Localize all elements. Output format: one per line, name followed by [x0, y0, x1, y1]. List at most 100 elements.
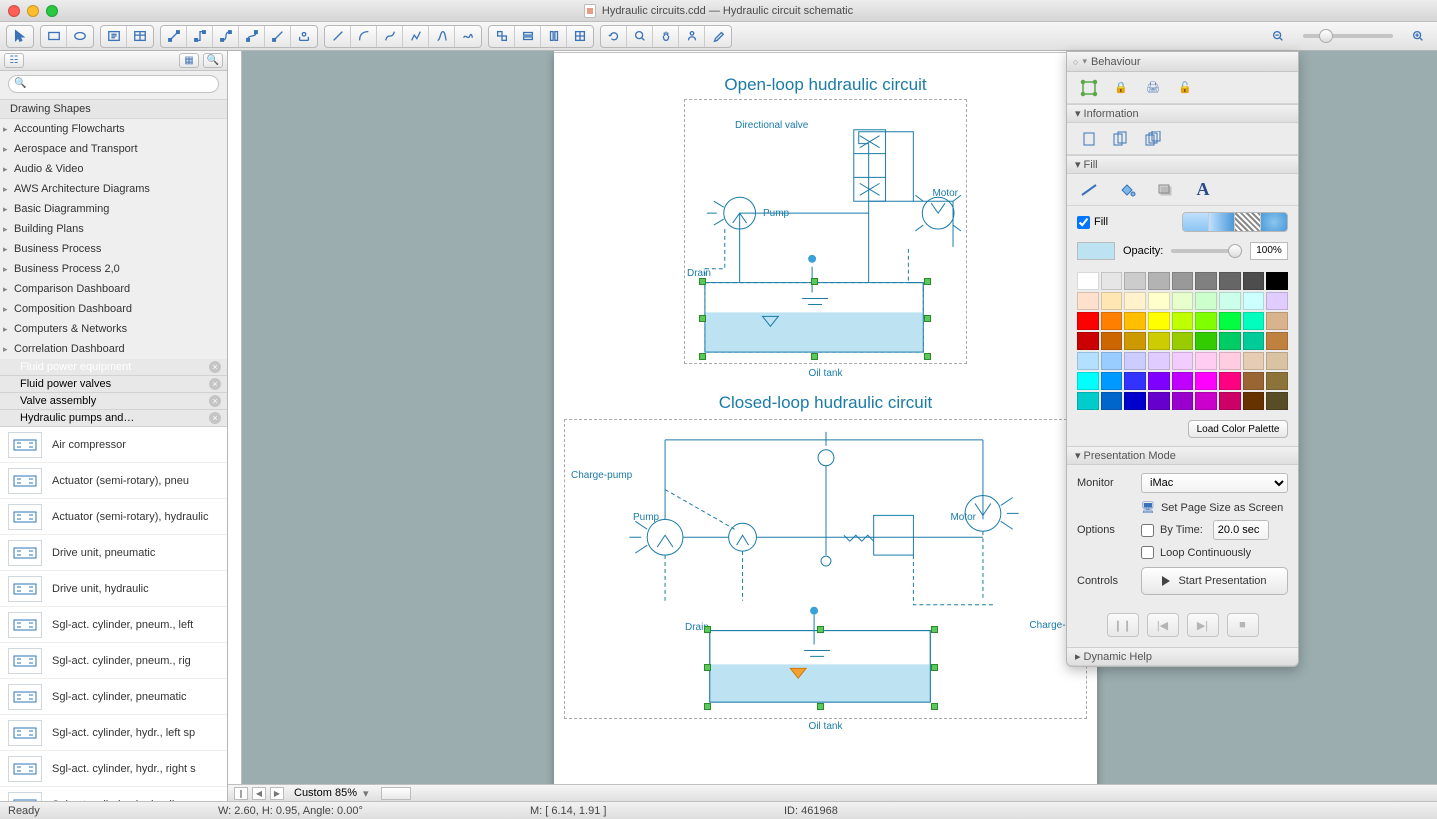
- shape-item[interactable]: Sgl-act. cylinder, pneum., rig: [0, 643, 227, 679]
- shape-item[interactable]: Actuator (semi-rotary), hydraulic: [0, 499, 227, 535]
- color-swatch[interactable]: [1219, 272, 1241, 290]
- fill-checkbox[interactable]: Fill: [1077, 216, 1108, 229]
- color-swatch[interactable]: [1219, 372, 1241, 390]
- polyline-tool[interactable]: [403, 26, 429, 47]
- start-presentation-button[interactable]: Start Presentation: [1141, 567, 1288, 595]
- shape-item[interactable]: Drive unit, pneumatic: [0, 535, 227, 571]
- color-swatch[interactable]: [1243, 352, 1265, 370]
- ellipse-tool[interactable]: [67, 26, 93, 47]
- color-swatch[interactable]: [1266, 392, 1288, 410]
- next-button[interactable]: ▶|: [1187, 613, 1219, 637]
- color-swatch[interactable]: [1077, 312, 1099, 330]
- color-swatch[interactable]: [1101, 372, 1123, 390]
- shadow-icon[interactable]: [1153, 179, 1177, 201]
- color-swatch[interactable]: [1124, 312, 1146, 330]
- color-swatch[interactable]: [1172, 272, 1194, 290]
- color-swatch[interactable]: [1243, 292, 1265, 310]
- color-swatch[interactable]: [1172, 372, 1194, 390]
- text-style-icon[interactable]: A: [1191, 179, 1215, 201]
- arc-tool[interactable]: [351, 26, 377, 47]
- fill-pattern[interactable]: [1235, 213, 1261, 231]
- time-input[interactable]: [1213, 520, 1269, 540]
- category-item[interactable]: Business Process 2,0: [0, 259, 227, 279]
- category-item[interactable]: Accounting Flowcharts: [0, 119, 227, 139]
- align-tool-2[interactable]: [515, 26, 541, 47]
- category-item[interactable]: Computers & Networks: [0, 319, 227, 339]
- color-swatch[interactable]: [1124, 352, 1146, 370]
- color-swatch[interactable]: [1266, 312, 1288, 330]
- pause-button[interactable]: ❙❙: [1107, 613, 1139, 637]
- color-swatch[interactable]: [1195, 392, 1217, 410]
- color-swatch[interactable]: [1219, 352, 1241, 370]
- category-item[interactable]: AWS Architecture Diagrams: [0, 179, 227, 199]
- stop-button[interactable]: ■: [1227, 613, 1259, 637]
- color-swatch[interactable]: [1243, 312, 1265, 330]
- color-swatch[interactable]: [1219, 392, 1241, 410]
- open-library-item[interactable]: Valve assembly×: [0, 393, 227, 410]
- color-swatch[interactable]: [1195, 352, 1217, 370]
- information-header[interactable]: Information: [1084, 108, 1139, 120]
- color-swatch[interactable]: [1266, 352, 1288, 370]
- opt-loop[interactable]: Loop Continuously: [1141, 546, 1288, 559]
- close-library-icon[interactable]: ×: [209, 378, 221, 390]
- shape-item[interactable]: Sgl-act. cylinder, hydraulic: [0, 787, 227, 801]
- color-swatch[interactable]: [1077, 372, 1099, 390]
- color-swatch[interactable]: [1172, 352, 1194, 370]
- open-loop-diagram[interactable]: Directional valve Motor Pump Drain: [684, 99, 967, 364]
- info-page-icon[interactable]: [1077, 128, 1101, 150]
- zoom-readout[interactable]: Custom 85%: [294, 787, 357, 799]
- closed-loop-diagram[interactable]: Charge-pump Pump Motor Drain Charge-pre: [564, 419, 1087, 719]
- color-swatch[interactable]: [1101, 292, 1123, 310]
- dynamic-help-header[interactable]: Dynamic Help: [1084, 651, 1152, 663]
- color-swatch[interactable]: [1077, 352, 1099, 370]
- zoom-tool[interactable]: [627, 26, 653, 47]
- color-swatch[interactable]: [1195, 292, 1217, 310]
- shape-item[interactable]: Air compressor: [0, 427, 227, 463]
- color-swatch[interactable]: [1195, 332, 1217, 350]
- category-item[interactable]: Composition Dashboard: [0, 299, 227, 319]
- color-swatch[interactable]: [1148, 392, 1170, 410]
- monitor-select[interactable]: iMac: [1141, 473, 1288, 493]
- page-nav-prev[interactable]: ◀: [252, 787, 266, 800]
- close-library-icon[interactable]: ×: [209, 412, 221, 424]
- color-swatch[interactable]: [1077, 332, 1099, 350]
- color-swatch[interactable]: [1148, 352, 1170, 370]
- color-swatch[interactable]: [1266, 372, 1288, 390]
- prev-button[interactable]: |◀: [1147, 613, 1179, 637]
- color-swatch[interactable]: [1266, 292, 1288, 310]
- behaviour-header[interactable]: Behaviour: [1091, 56, 1141, 68]
- color-swatch[interactable]: [1219, 312, 1241, 330]
- color-swatch[interactable]: [1124, 392, 1146, 410]
- color-swatch[interactable]: [1195, 372, 1217, 390]
- fill-solid[interactable]: [1183, 213, 1209, 231]
- fill-image[interactable]: [1261, 213, 1287, 231]
- page-nav-next[interactable]: ▶: [270, 787, 284, 800]
- color-swatch[interactable]: [1101, 272, 1123, 290]
- color-swatch[interactable]: [1172, 312, 1194, 330]
- color-swatch[interactable]: [1219, 292, 1241, 310]
- lock-icon[interactable]: 🔒: [1109, 77, 1133, 99]
- color-swatch[interactable]: [1124, 292, 1146, 310]
- fill-header[interactable]: Fill: [1084, 159, 1098, 171]
- close-library-icon[interactable]: ×: [209, 395, 221, 407]
- opacity-value[interactable]: 100%: [1250, 242, 1288, 260]
- category-item[interactable]: Audio & Video: [0, 159, 227, 179]
- line-style-icon[interactable]: [1077, 179, 1101, 201]
- pointer-tool[interactable]: [7, 26, 33, 47]
- shape-item[interactable]: Sgl-act. cylinder, pneum., left: [0, 607, 227, 643]
- connector-tool-4[interactable]: [239, 26, 265, 47]
- color-swatch[interactable]: [1172, 392, 1194, 410]
- align-tool-3[interactable]: [541, 26, 567, 47]
- color-swatch[interactable]: [1195, 272, 1217, 290]
- category-item[interactable]: Basic Diagramming: [0, 199, 227, 219]
- color-swatch[interactable]: [1243, 392, 1265, 410]
- drawing-page[interactable]: Open-loop hudraulic circuit: [554, 53, 1097, 801]
- color-swatch[interactable]: [1195, 312, 1217, 330]
- rect-tool[interactable]: [41, 26, 67, 47]
- library-search-input[interactable]: [8, 75, 219, 93]
- library-search-button[interactable]: 🔍: [203, 53, 223, 68]
- line-tool[interactable]: [325, 26, 351, 47]
- load-palette-button[interactable]: Load Color Palette: [1188, 420, 1288, 438]
- color-swatch[interactable]: [1266, 272, 1288, 290]
- freehand-tool[interactable]: [455, 26, 481, 47]
